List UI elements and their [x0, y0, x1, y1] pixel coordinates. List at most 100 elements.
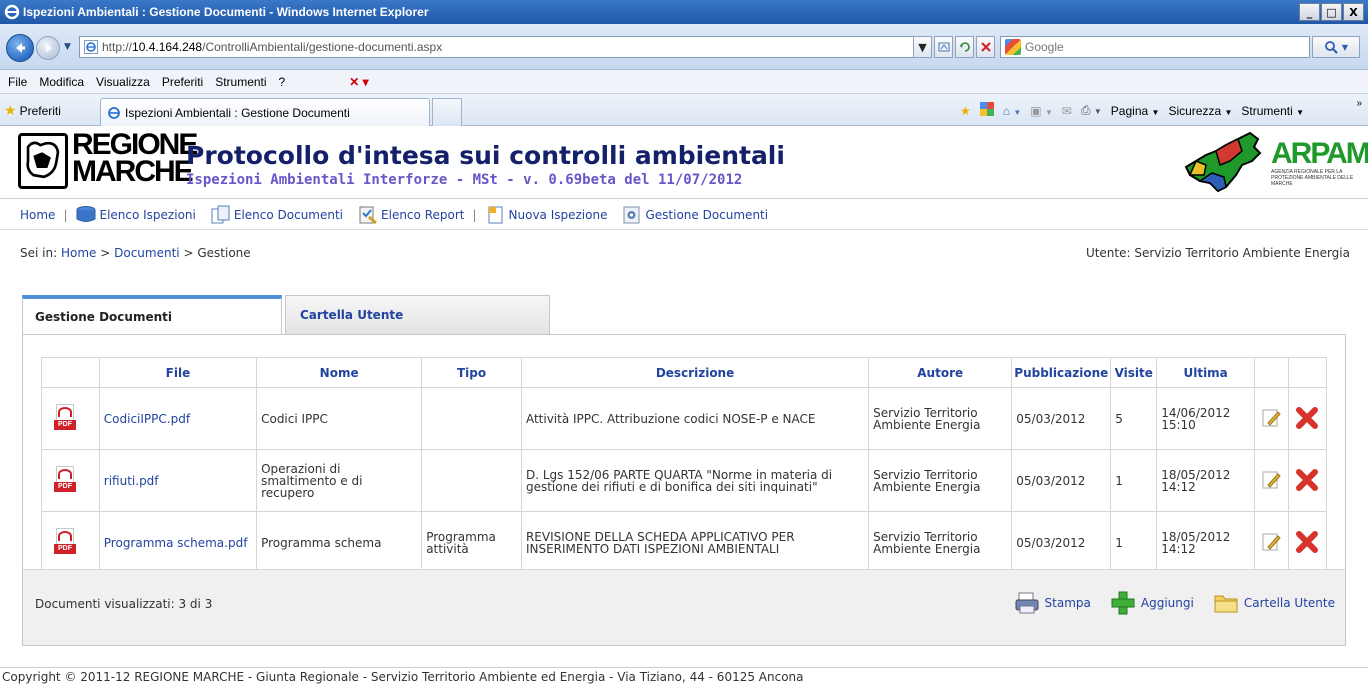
tipo-cell: Programma attività	[421, 511, 522, 574]
menu-preferiti[interactable]: Preferiti	[162, 75, 203, 89]
stop-icon[interactable]	[976, 36, 995, 58]
descrizione-cell: REVISIONE DELLA SCHEDA APPLICATIVO PER I…	[520, 511, 870, 574]
back-button[interactable]	[6, 34, 34, 62]
page-content: REGIONE MARCHE Protocollo d'intesa sui c…	[0, 127, 1368, 686]
browser-tab-active[interactable]: Ispezioni Ambientali : Gestione Document…	[100, 98, 430, 126]
window-title: Ispezioni Ambientali : Gestione Document…	[23, 5, 429, 19]
delete-icon[interactable]	[1294, 467, 1320, 493]
pdf-file-icon[interactable]: PDF	[54, 465, 76, 494]
menu-strumenti[interactable]: Strumenti	[215, 75, 266, 89]
edit-icon[interactable]	[1260, 407, 1282, 429]
copyright-footer: Copyright © 2011-12 REGIONE MARCHE - Giu…	[0, 667, 1368, 686]
pdf-file-icon[interactable]: PDF	[54, 403, 76, 432]
feeds-icon[interactable]: ▣ ▼	[1030, 104, 1053, 118]
nav-nuova-ispezione[interactable]: Nuova Ispezione	[485, 205, 608, 225]
stampa-button[interactable]: Stampa	[1013, 590, 1091, 616]
col-visite-header[interactable]: Visite	[1110, 357, 1158, 388]
arpam-logo: ARPAM	[1271, 137, 1368, 170]
url-path: /ControlliAmbientali/gestione-documenti.…	[202, 40, 443, 54]
new-tab-button[interactable]	[432, 98, 462, 126]
table-row: PDF rifiuti.pdf Operazioni di smaltiment…	[41, 449, 1328, 512]
pagina-menu[interactable]: Pagina ▼	[1111, 104, 1160, 118]
search-input[interactable]: Google	[1000, 36, 1310, 58]
regione-marche-emblem-icon	[26, 141, 60, 179]
pdf-file-icon[interactable]: PDF	[54, 527, 76, 556]
search-button[interactable]: ▼	[1312, 36, 1360, 58]
file-link[interactable]: CodiciIPPC.pdf	[98, 387, 258, 450]
tab-gestione-documenti[interactable]: Gestione Documenti	[22, 295, 282, 335]
google-icon	[1005, 39, 1021, 55]
history-dropdown-icon[interactable]: ▼	[64, 42, 71, 52]
nome-cell: Codici IPPC	[256, 387, 423, 450]
nav-elenco-ispezioni[interactable]: Elenco Ispezioni	[75, 205, 196, 225]
nav-elenco-report[interactable]: Elenco Report	[357, 205, 464, 225]
aggiungi-button[interactable]: Aggiungi	[1109, 590, 1194, 616]
delete-icon[interactable]	[1294, 529, 1320, 555]
autore-cell: Servizio Territorio Ambiente Energia	[868, 449, 1013, 512]
delete-icon[interactable]	[1294, 405, 1320, 431]
breadcrumb-home[interactable]: Home	[61, 246, 96, 260]
col-file-header[interactable]: File	[98, 357, 258, 388]
edit-cell	[1254, 511, 1289, 574]
breadcrumb-sep: >	[100, 246, 111, 260]
table-header-row: File Nome Tipo Descrizione Autore Pubbli…	[41, 357, 1328, 388]
col-descrizione-header[interactable]: Descrizione	[520, 357, 870, 388]
menu-help[interactable]: ?	[279, 75, 286, 89]
edit-icon[interactable]	[1260, 531, 1282, 553]
nav-nuova-ispezione-label: Nuova Ispezione	[508, 207, 608, 222]
ie-tab-icon	[108, 106, 120, 119]
tab-cartella-utente[interactable]: Cartella Utente	[285, 295, 550, 335]
nav-elenco-ispezioni-label: Elenco Ispezioni	[99, 207, 196, 222]
favorites-star-icon: ★	[4, 102, 17, 118]
cartella-utente-button[interactable]: Cartella Utente	[1212, 590, 1335, 616]
print-icon[interactable]: ⎙ ▼	[1081, 103, 1102, 118]
pdf-cell: PDF	[41, 511, 100, 574]
minimize-button[interactable]: _	[1299, 3, 1320, 21]
documents-icon	[211, 205, 230, 223]
nav-gestione-documenti[interactable]: Gestione Documenti	[621, 205, 768, 225]
menu-modifica[interactable]: Modifica	[39, 75, 84, 89]
mail-icon[interactable]: ✉	[1062, 104, 1072, 118]
file-link[interactable]: rifiuti.pdf	[98, 449, 258, 512]
favorites-button[interactable]: ★ Preferiti	[4, 102, 61, 119]
toolbar-addon-icon[interactable]: ✕ ▾	[349, 75, 368, 89]
col-autore-header[interactable]: Autore	[868, 357, 1013, 388]
panel-top-border	[282, 334, 1346, 335]
compatibility-view-icon[interactable]	[934, 36, 953, 58]
folder-icon	[1214, 595, 1238, 613]
nav-elenco-documenti[interactable]: Elenco Documenti	[210, 205, 343, 225]
breadcrumb-documenti[interactable]: Documenti	[114, 246, 180, 260]
strumenti-menu[interactable]: Strumenti ▼	[1241, 104, 1304, 118]
home-icon[interactable]: ⌂ ▼	[1003, 104, 1022, 118]
col-tipo-header[interactable]: Tipo	[421, 357, 522, 388]
more-chevron-icon[interactable]: »	[1356, 98, 1362, 109]
menu-bar: File Modifica Visualizza Preferiti Strum…	[0, 70, 1368, 94]
col-pubblicazione-header[interactable]: Pubblicazione	[1011, 357, 1112, 388]
add-favorites-icon[interactable]: ★	[960, 104, 971, 118]
google-toolbar-icon[interactable]	[979, 102, 994, 119]
col-nome-header[interactable]: Nome	[256, 357, 423, 388]
menu-file[interactable]: File	[8, 75, 27, 89]
menu-visualizza[interactable]: Visualizza	[96, 75, 150, 89]
nav-home[interactable]: Home	[20, 208, 55, 222]
back-arrow-icon	[16, 43, 25, 53]
stampa-label: Stampa	[1044, 596, 1091, 610]
forward-button[interactable]	[36, 36, 60, 60]
table-row: PDF CodiciIPPC.pdf Codici IPPC Attività …	[41, 387, 1328, 450]
regione-marche-logo-text: REGIONE MARCHE	[72, 128, 198, 188]
col-ultima-header[interactable]: Ultima	[1156, 357, 1256, 388]
favorites-label: Preferiti	[19, 103, 61, 118]
file-link[interactable]: Programma schema.pdf	[98, 511, 258, 574]
edit-cell	[1254, 449, 1289, 512]
address-dropdown-button[interactable]: ▼	[913, 36, 932, 58]
edit-icon[interactable]	[1260, 469, 1282, 491]
close-window-button[interactable]: X	[1343, 3, 1364, 21]
site-header: REGIONE MARCHE Protocollo d'intesa sui c…	[0, 127, 1368, 199]
edit-cell	[1254, 387, 1289, 450]
ultima-cell: 18/05/2012 14:12	[1156, 449, 1256, 512]
sicurezza-menu[interactable]: Sicurezza ▼	[1168, 104, 1232, 118]
site-subtitle: Ispezioni Ambientali Interforze - MSt - …	[186, 172, 743, 188]
refresh-icon[interactable]	[955, 36, 974, 58]
maximize-button[interactable]: □	[1321, 3, 1342, 21]
address-bar[interactable]: http://10.4.164.248/ControlliAmbientali/…	[79, 36, 929, 58]
